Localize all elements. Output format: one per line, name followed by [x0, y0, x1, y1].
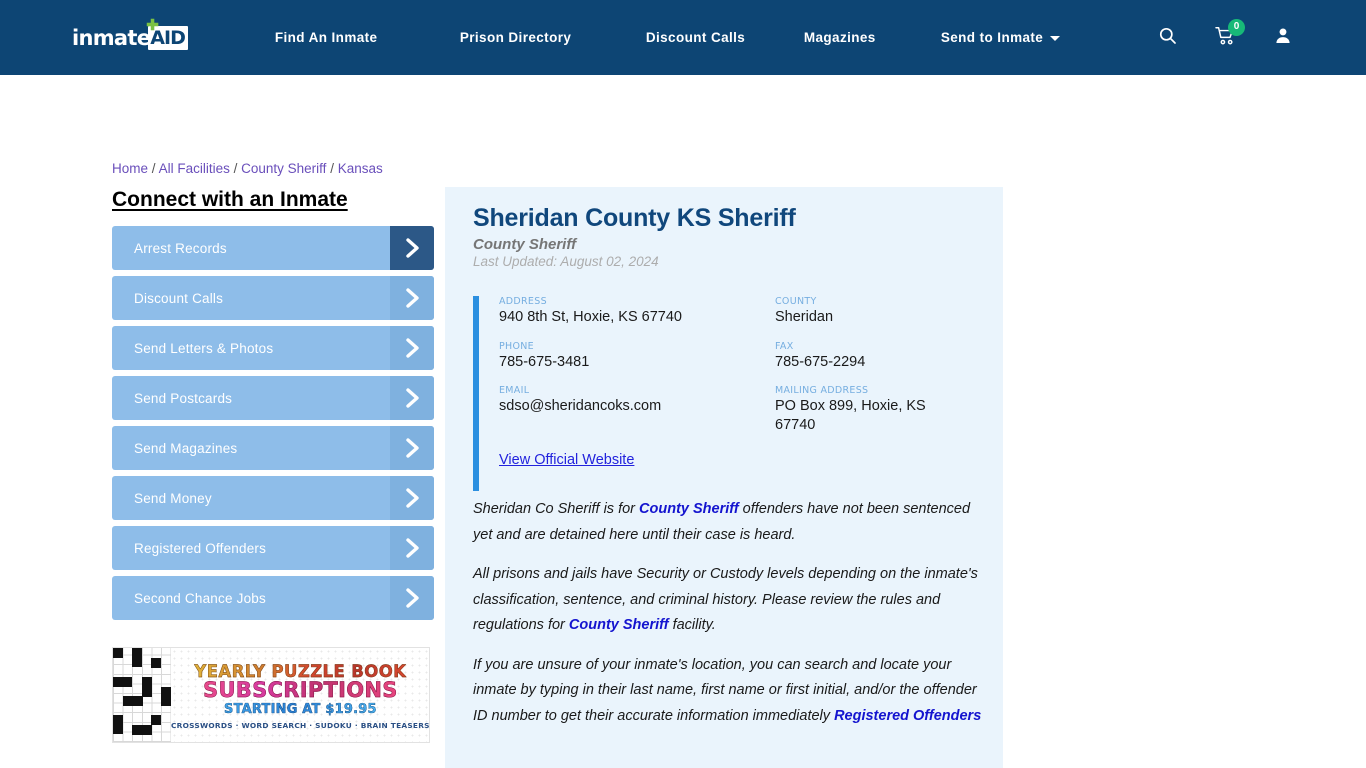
logo-plus-icon: ✚: [146, 16, 159, 34]
paragraph-3: If you are unsure of your inmate's locat…: [473, 653, 989, 730]
sidebar-item-label: Send Letters & Photos: [134, 340, 274, 356]
chevron-right-icon: [390, 576, 434, 620]
contact-grid: ADDRESS 940 8th St, Hoxie, KS 67740 COUN…: [499, 296, 981, 434]
ad-line-2: SUBSCRIPTIONS: [203, 678, 398, 703]
p2-link-county-sheriff[interactable]: County Sheriff: [569, 617, 669, 633]
contact-field-email: EMAIL sdso@sheridancoks.com: [499, 385, 775, 434]
nav-item-send-to-inmate[interactable]: Send to Inmate: [940, 30, 1061, 45]
contact-info-block: ADDRESS 940 8th St, Hoxie, KS 67740 COUN…: [473, 296, 981, 491]
sidebar-item-label: Discount Calls: [134, 290, 224, 306]
contact-value: 785-675-2294: [775, 353, 866, 370]
p1-text-a: Sheridan Co Sheriff is for: [473, 501, 640, 518]
contact-field-address: ADDRESS 940 8th St, Hoxie, KS 67740: [499, 296, 775, 327]
last-updated-text: Last Updated: August 02, 2024: [473, 254, 659, 269]
contact-field-mailing-address: MAILING ADDRESS PO Box 899, Hoxie, KS 67…: [775, 385, 981, 434]
contact-value: 940 8th St, Hoxie, KS 67740: [499, 309, 682, 325]
sidebar-item-arrest-records[interactable]: Arrest Records: [112, 226, 434, 270]
facility-description: Sheridan Co Sheriff is for County Sherif…: [473, 497, 989, 729]
sidebar-item-send-letters-photos[interactable]: Send Letters & Photos: [112, 326, 434, 370]
chevron-right-icon: [390, 276, 434, 320]
nav-item-send-to-inmate-label: Send to Inmate: [940, 30, 1044, 45]
chevron-down-icon: [1050, 36, 1061, 41]
page-title: Sheridan County KS Sheriff: [473, 204, 796, 232]
breadcrumb-item-all-facilities[interactable]: All Facilities: [159, 161, 230, 176]
breadcrumb-separator: /: [330, 161, 334, 176]
contact-field-fax: FAX 785-675-2294: [775, 341, 981, 372]
sidebar-item-label: Send Money: [134, 490, 212, 506]
paragraph-2: All prisons and jails have Security or C…: [473, 562, 989, 639]
ad-line-3: STARTING AT $19.95: [224, 701, 377, 717]
nav-item-magazines[interactable]: Magazines: [804, 30, 941, 45]
ad-copy: YEARLY PUZZLE BOOK SUBSCRIPTIONS STARTIN…: [171, 648, 430, 742]
sidebar-item-label: Send Postcards: [134, 390, 233, 406]
contact-field-county: COUNTY Sheridan: [775, 296, 981, 327]
user-icon[interactable]: [1274, 26, 1292, 50]
facility-info-card: Sheridan County KS Sheriff County Sherif…: [445, 187, 1003, 768]
contact-value: PO Box 899, Hoxie, KS 67740: [775, 398, 926, 433]
top-navigation-bar: inmate AID ✚ Find An Inmate Prison Direc…: [0, 0, 1366, 75]
sidebar-item-label: Second Chance Jobs: [134, 590, 266, 606]
p3-link-registered-offenders[interactable]: Registered Offenders: [834, 708, 981, 724]
contact-label: FAX: [775, 340, 794, 352]
contact-label: EMAIL: [499, 385, 530, 397]
chevron-right-icon: [390, 476, 434, 520]
chevron-right-icon: [390, 526, 434, 570]
nav-icon-group: 0: [1158, 18, 1292, 50]
sidebar-item-send-postcards[interactable]: Send Postcards: [112, 376, 434, 420]
ad-line-4: CROSSWORDS · WORD SEARCH · SUDOKU · BRAI…: [171, 721, 430, 730]
site-logo[interactable]: inmate AID ✚: [72, 18, 188, 51]
breadcrumb-item-county-sheriff[interactable]: County Sheriff: [241, 161, 326, 176]
contact-label: PHONE: [499, 340, 534, 352]
nav-item-prison-directory[interactable]: Prison Directory: [460, 30, 646, 45]
contact-value: Sheridan: [775, 309, 834, 325]
sidebar-item-label: Arrest Records: [134, 240, 227, 256]
paragraph-1: Sheridan Co Sheriff is for County Sherif…: [473, 497, 989, 548]
crossword-grid-graphic: [113, 648, 171, 742]
facility-type: County Sheriff: [473, 236, 577, 253]
sidebar-item-send-money[interactable]: Send Money: [112, 476, 434, 520]
contact-label: COUNTY: [775, 296, 817, 307]
sidebar-item-send-magazines[interactable]: Send Magazines: [112, 426, 434, 470]
p2-text-b: facility.: [668, 617, 716, 634]
cart-count-badge: 0: [1228, 18, 1245, 36]
nav-item-discount-calls[interactable]: Discount Calls: [646, 30, 804, 45]
p1-link-county-sheriff[interactable]: County Sheriff: [639, 501, 739, 517]
contact-label: ADDRESS: [499, 296, 547, 307]
sidebar: Connect with an Inmate Arrest Records Di…: [112, 188, 434, 626]
contact-value: 785-675-3481: [499, 353, 590, 370]
nav-links: Find An Inmate Prison Directory Discount…: [275, 30, 1061, 45]
sidebar-item-label: Send Magazines: [134, 440, 238, 456]
breadcrumb-item-kansas[interactable]: Kansas: [338, 161, 383, 176]
sidebar-heading[interactable]: Connect with an Inmate: [112, 188, 348, 212]
accent-bar: [473, 296, 479, 491]
breadcrumb: Home / All Facilities / County Sheriff /…: [112, 161, 383, 176]
p2-text-a: All prisons and jails have Security or C…: [473, 566, 978, 634]
search-icon[interactable]: [1158, 26, 1177, 50]
sidebar-item-second-chance-jobs[interactable]: Second Chance Jobs: [112, 576, 434, 620]
contact-label: MAILING ADDRESS: [775, 385, 869, 397]
contact-field-phone: PHONE 785-675-3481: [499, 341, 775, 372]
chevron-right-icon: [390, 326, 434, 370]
sidebar-item-label: Registered Offenders: [134, 540, 267, 556]
sidebar-item-registered-offenders[interactable]: Registered Offenders: [112, 526, 434, 570]
chevron-right-icon: [390, 376, 434, 420]
logo-text-inmate: inmate: [72, 25, 151, 50]
nav-item-find-an-inmate[interactable]: Find An Inmate: [275, 30, 460, 45]
view-official-website-link[interactable]: View Official Website: [499, 452, 634, 468]
breadcrumb-item-home[interactable]: Home: [112, 161, 148, 176]
breadcrumb-separator: /: [151, 161, 156, 176]
chevron-right-icon: [390, 226, 434, 270]
contact-value: sdso@sheridancoks.com: [499, 398, 662, 415]
breadcrumb-separator: /: [233, 161, 238, 176]
chevron-right-icon: [390, 426, 434, 470]
sidebar-item-discount-calls[interactable]: Discount Calls: [112, 276, 434, 320]
cart-icon[interactable]: 0: [1215, 18, 1245, 50]
puzzle-book-ad-banner[interactable]: YEARLY PUZZLE BOOK SUBSCRIPTIONS STARTIN…: [112, 647, 430, 743]
